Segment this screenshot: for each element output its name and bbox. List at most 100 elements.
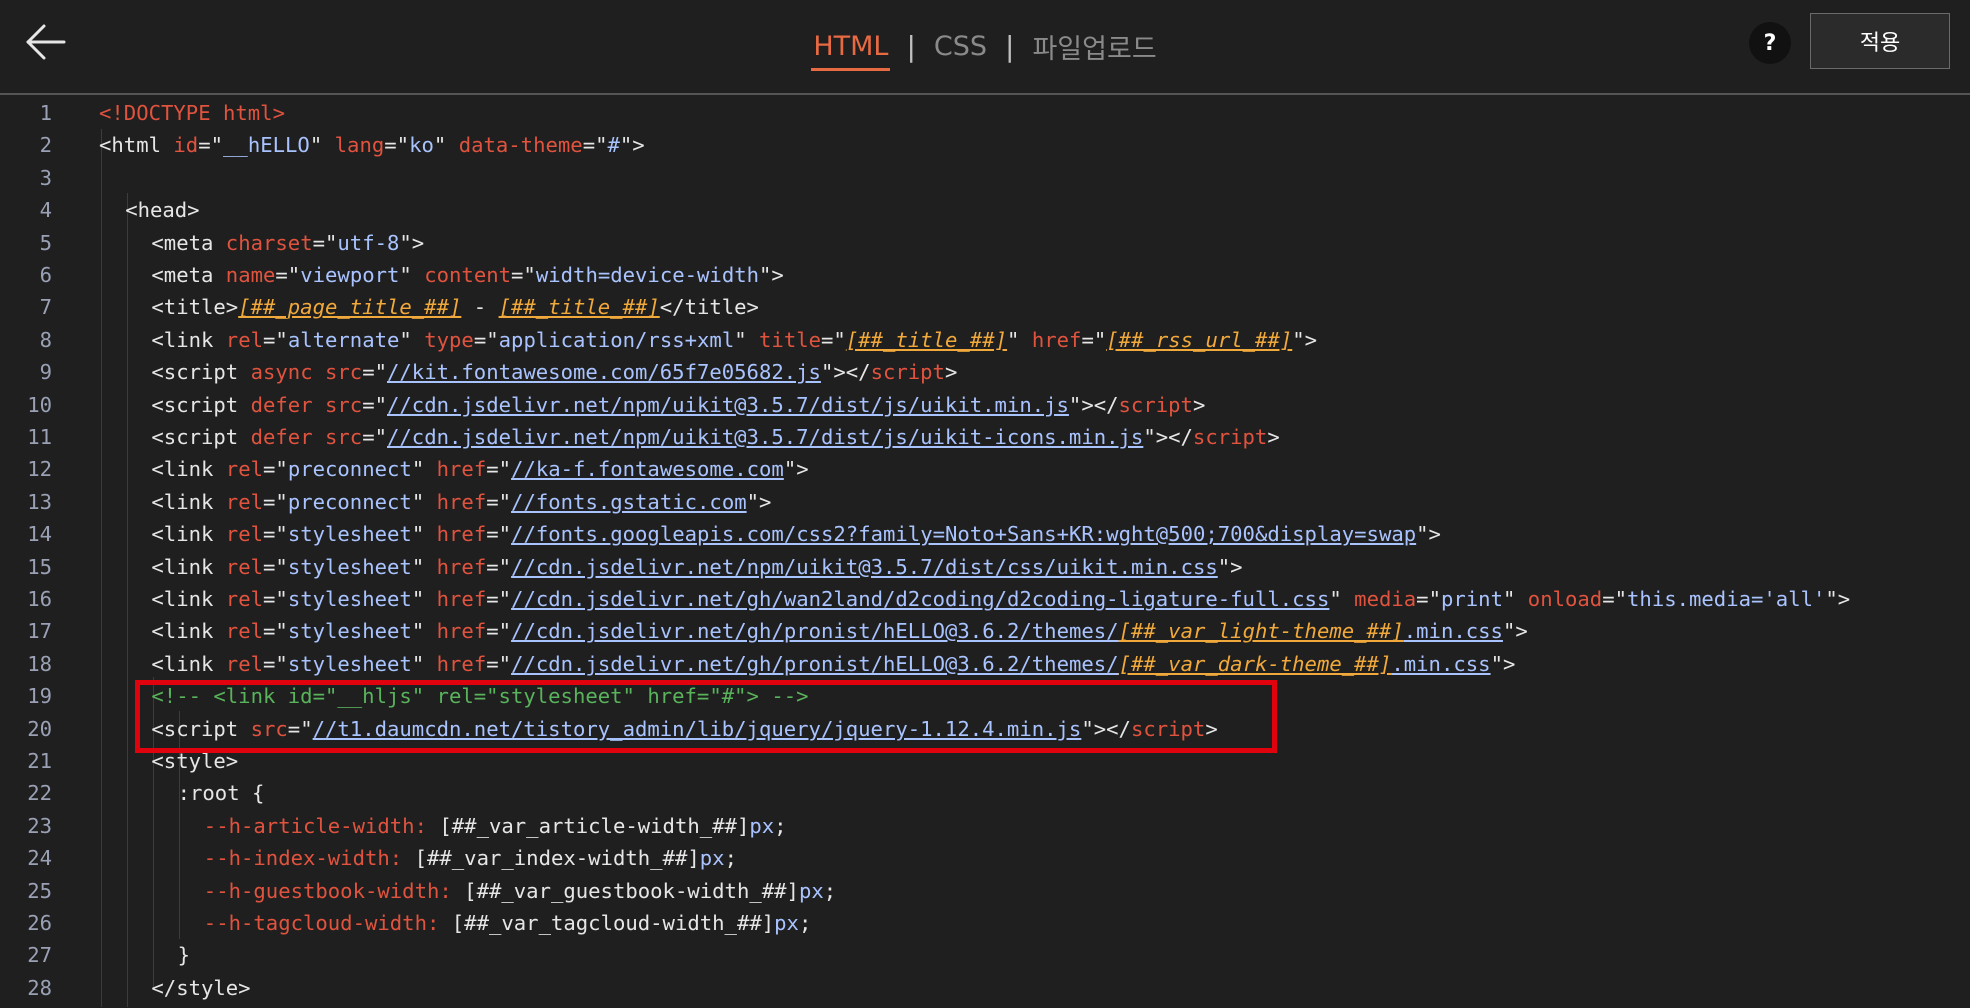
code-line[interactable]: 14 <link rel="stylesheet" href="//fonts.g… bbox=[0, 518, 1970, 550]
code-token: " bbox=[411, 457, 437, 482]
code-text: <link rel="stylesheet" href="//fonts.goo… bbox=[151, 518, 1441, 550]
code-text: <link rel="preconnect" href="//ka-f.font… bbox=[151, 453, 808, 485]
code-token: " bbox=[411, 619, 437, 644]
code-token: href bbox=[1031, 327, 1082, 352]
code-token: //cdn.jsdelivr.net/npm/uikit@3.5.7/dist/… bbox=[387, 392, 1069, 417]
code-token: =" bbox=[362, 360, 387, 385]
code-token: href bbox=[436, 554, 487, 579]
code-token: <head> bbox=[125, 198, 200, 223]
line-number: 11 bbox=[27, 425, 52, 449]
code-token: =" bbox=[486, 651, 512, 676]
code-token: href bbox=[436, 651, 487, 676]
code-line[interactable]: 20 <script src="//t1.daumcdn.net/tistory_… bbox=[0, 713, 1970, 745]
code-token: title bbox=[759, 327, 822, 352]
line-number: 7 bbox=[39, 295, 52, 320]
code-line[interactable]: 26 --h-tagcloud-width: [##_var_tagcloud-w… bbox=[0, 907, 1970, 939]
code-line[interactable]: 16 <link rel="stylesheet" href="//cdn.jsd… bbox=[0, 583, 1970, 615]
code-line[interactable]: 27} bbox=[0, 939, 1970, 971]
code-line[interactable]: 7 <title>[##_page_title_##] - [##_title_#… bbox=[0, 291, 1970, 323]
tab-html[interactable]: HTML bbox=[811, 27, 891, 71]
code-token: "> bbox=[783, 457, 809, 482]
code-line[interactable]: 15 <link rel="stylesheet" href="//cdn.jsd… bbox=[0, 551, 1970, 583]
help-button[interactable]: ? bbox=[1749, 22, 1791, 64]
line-number: 2 bbox=[39, 133, 52, 158]
code-token: =" bbox=[384, 133, 410, 158]
code-line[interactable]: 10 <script defer src="//cdn.jsdelivr.net/… bbox=[0, 389, 1970, 421]
code-token: //cdn.jsdelivr.net/gh/wan2land/d2coding/… bbox=[511, 587, 1330, 611]
code-line[interactable]: 13 <link rel="preconnect" href="//fonts.g… bbox=[0, 486, 1970, 518]
code-line[interactable]: 17 <link rel="stylesheet" href="//cdn.jsd… bbox=[0, 615, 1970, 647]
code-token: name bbox=[225, 263, 276, 287]
code-token: :root { bbox=[177, 781, 265, 806]
code-token: .min.css bbox=[1403, 619, 1503, 644]
code-line[interactable]: 22:root { bbox=[0, 777, 1970, 809]
apply-button[interactable]: 적용 bbox=[1810, 13, 1950, 69]
code-token: <link bbox=[151, 489, 226, 514]
code-token: =" bbox=[362, 425, 387, 449]
tab-separator: | bbox=[1005, 30, 1015, 63]
code-line[interactable]: 6 <meta name="viewport" content="width=de… bbox=[0, 259, 1970, 291]
code-text: <link rel="stylesheet" href="//cdn.jsdel… bbox=[151, 615, 1527, 647]
code-line[interactable]: 25 --h-guestbook-width: [##_var_guestbook… bbox=[0, 875, 1970, 907]
code-token: application/rss+xml bbox=[498, 327, 735, 352]
code-token: </style> bbox=[151, 975, 251, 1000]
code-line[interactable]: 28 </style> bbox=[0, 972, 1970, 1004]
code-text: <link rel="preconnect" href="//fonts.gst… bbox=[151, 486, 771, 518]
code-token: "> bbox=[759, 263, 784, 287]
code-line[interactable]: 11 <script defer src="//cdn.jsdelivr.net/… bbox=[0, 421, 1970, 453]
code-token: rel bbox=[225, 489, 263, 514]
code-token: " bbox=[411, 522, 437, 547]
code-token: lang bbox=[334, 133, 385, 158]
code-token: =" bbox=[263, 554, 288, 579]
code-line[interactable]: 1 <!DOCTYPE html> bbox=[0, 97, 1970, 129]
code-token: rel bbox=[225, 651, 263, 676]
code-token: href bbox=[436, 619, 487, 644]
code-line[interactable]: 18 <link rel="stylesheet" href="//cdn.jsd… bbox=[0, 648, 1970, 680]
code-token: <script bbox=[151, 716, 251, 741]
code-token: "> bbox=[399, 230, 425, 255]
code-token: this.media='all' bbox=[1627, 587, 1826, 611]
code-token: [##_title_##] bbox=[845, 327, 1008, 352]
tab-file-upload[interactable]: 파일업로드 bbox=[1030, 23, 1158, 70]
code-token: [##_page_title_##] bbox=[238, 295, 462, 320]
code-token: =" bbox=[263, 651, 288, 676]
code-token: --h-tagcloud-width: bbox=[203, 911, 452, 935]
code-token: =" bbox=[1602, 587, 1628, 611]
code-line[interactable]: 21 <style> bbox=[0, 745, 1970, 777]
code-token: <script bbox=[151, 392, 251, 417]
code-line[interactable]: 2 <html id="__hELLO" lang="ko" data-theme… bbox=[0, 129, 1970, 161]
code-token: =" bbox=[821, 327, 846, 352]
code-token: " bbox=[1502, 587, 1528, 611]
code-text: --h-article-width: [##_var_article-width… bbox=[204, 810, 787, 842]
code-token: rel bbox=[225, 554, 263, 579]
code-line[interactable]: 4 <head> bbox=[0, 194, 1970, 226]
code-token: "> bbox=[1490, 651, 1516, 676]
code-text: <meta name="viewport" content="width=dev… bbox=[151, 259, 783, 291]
back-arrow-icon[interactable] bbox=[24, 22, 68, 62]
code-line[interactable]: 9 <script async src="//kit.fontawesome.co… bbox=[0, 356, 1970, 388]
code-text: <meta charset="utf-8"> bbox=[151, 227, 424, 259]
code-token: //cdn.jsdelivr.net/npm/uikit@3.5.7/dist/… bbox=[511, 554, 1218, 579]
code-line[interactable]: 19 <!-- <link id="__hljs" rel="stylesheet… bbox=[0, 680, 1970, 712]
code-line[interactable]: 5 <meta charset="utf-8"> bbox=[0, 227, 1970, 259]
code-editor[interactable]: 1 <!DOCTYPE html> 2 <html id="__hELLO" lang… bbox=[0, 97, 1970, 1008]
code-token: media bbox=[1354, 587, 1417, 611]
code-token: ko bbox=[409, 133, 434, 158]
tab-css[interactable]: CSS bbox=[932, 27, 989, 66]
code-token: stylesheet bbox=[287, 651, 412, 676]
code-token: "></ bbox=[820, 360, 871, 385]
code-line[interactable]: 8 <link rel="alternate" type="application… bbox=[0, 324, 1970, 356]
code-token: "> bbox=[619, 133, 645, 158]
code-text: <script defer src="//cdn.jsdelivr.net/np… bbox=[151, 389, 1205, 421]
code-token: rel bbox=[225, 619, 263, 644]
code-token: <link bbox=[151, 554, 226, 579]
line-number: 14 bbox=[27, 522, 52, 547]
code-token: =" bbox=[486, 457, 512, 482]
line-number: 6 bbox=[39, 263, 52, 287]
line-number: 20 bbox=[27, 716, 52, 741]
code-line[interactable]: 3 bbox=[0, 162, 1970, 194]
code-line[interactable]: 12 <link rel="preconnect" href="//ka-f.fo… bbox=[0, 453, 1970, 485]
code-token: [##_title_##] bbox=[498, 295, 660, 320]
code-line[interactable]: 24 --h-index-width: [##_var_index-width_#… bbox=[0, 842, 1970, 874]
code-line[interactable]: 23 --h-article-width: [##_var_article-wid… bbox=[0, 810, 1970, 842]
